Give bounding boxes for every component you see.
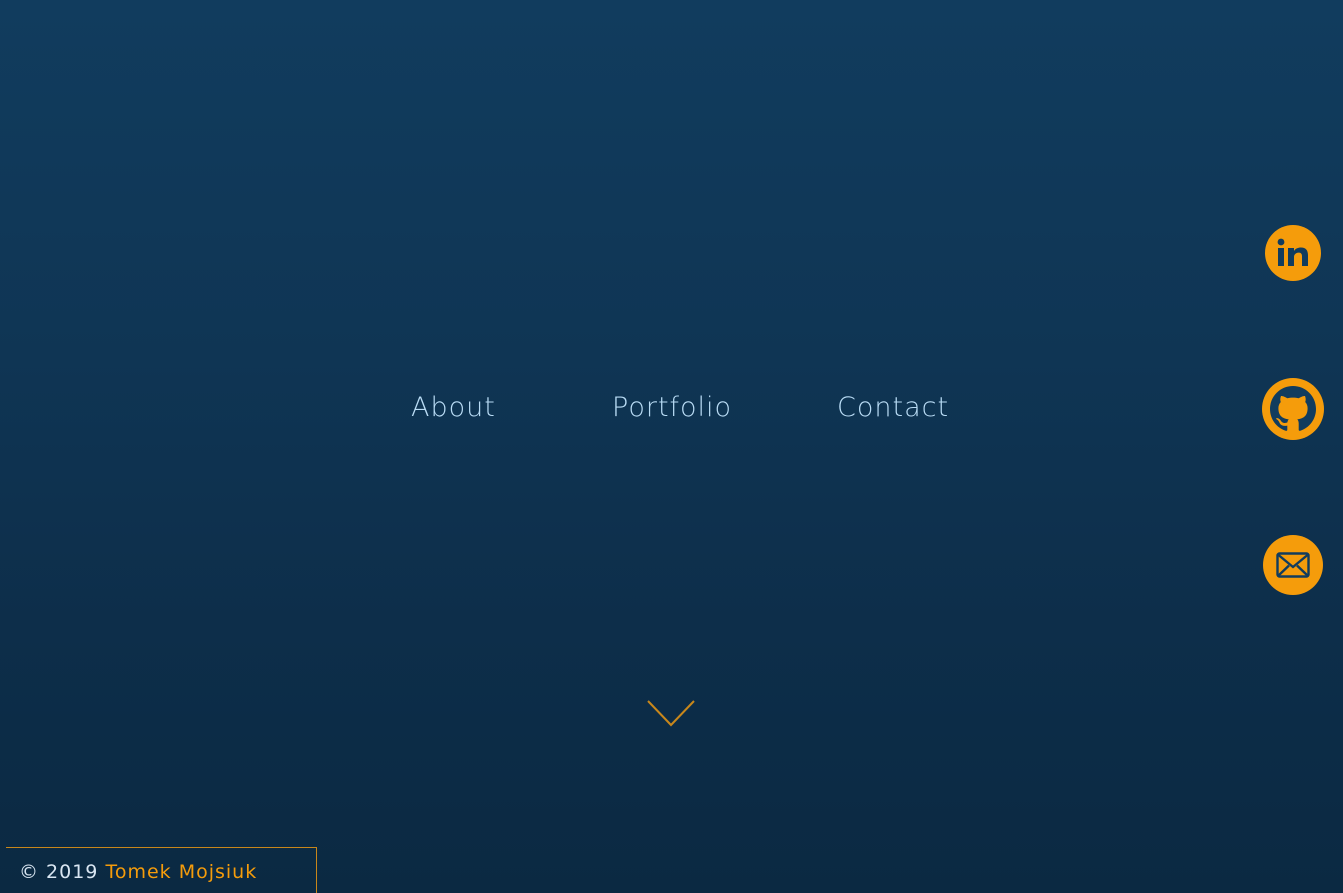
footer: © 2019 Tomek Mojsiuk (6, 847, 317, 893)
copyright-text: © 2019 Tomek Mojsiuk (19, 861, 257, 883)
nav-link-about[interactable]: About (411, 392, 496, 423)
linkedin-link[interactable] (1265, 225, 1321, 281)
nav-link-contact[interactable]: Contact (837, 392, 949, 423)
github-link[interactable] (1262, 378, 1324, 440)
copyright-year: © 2019 (19, 861, 99, 883)
chevron-down-icon (647, 700, 695, 727)
email-link[interactable] (1263, 535, 1323, 595)
nav-link-portfolio[interactable]: Portfolio (612, 392, 732, 423)
github-icon (1270, 386, 1316, 431)
author-link[interactable]: Tomek Mojsiuk (105, 861, 257, 883)
linkedin-icon (1277, 238, 1308, 266)
email-icon (1276, 552, 1310, 578)
scroll-down-button[interactable] (646, 698, 696, 728)
main-nav: About Portfolio Contact (0, 392, 1343, 432)
